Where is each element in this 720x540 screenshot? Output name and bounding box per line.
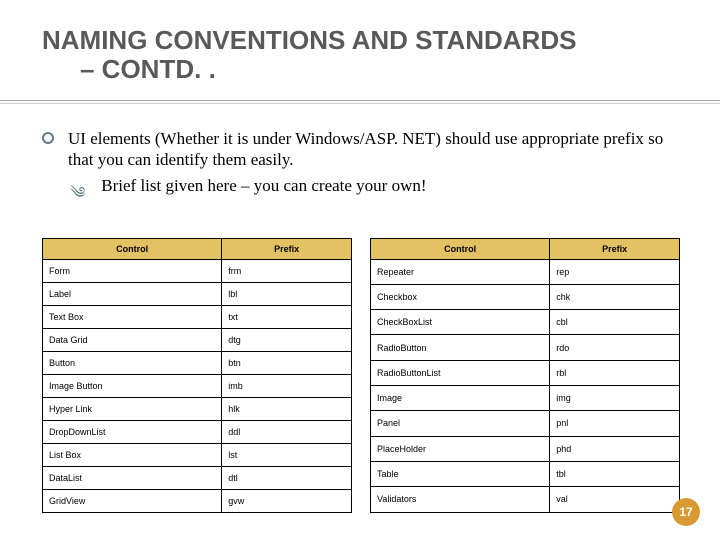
table-row: Panelpnl — [371, 411, 680, 436]
left-prefix-table: Control Prefix FormfrmLabellblText Boxtx… — [42, 238, 352, 513]
circle-bullet-icon — [42, 132, 54, 144]
table-row: Imageimg — [371, 385, 680, 410]
header-prefix: Prefix — [550, 238, 680, 259]
cell-control: Data Grid — [43, 328, 222, 351]
cell-prefix: phd — [550, 436, 680, 461]
cell-control: Form — [43, 259, 222, 282]
cell-prefix: rdo — [550, 335, 680, 360]
table-header-row: Control Prefix — [371, 238, 680, 259]
cell-control: Panel — [371, 411, 550, 436]
cell-prefix: lst — [222, 443, 352, 466]
cell-control: Validators — [371, 487, 550, 512]
bullet-main-row: UI elements (Whether it is under Windows… — [42, 128, 690, 171]
title-line2: – CONTD. . — [42, 55, 720, 84]
cell-prefix: rbl — [550, 360, 680, 385]
header-prefix: Prefix — [222, 238, 352, 259]
cell-control: List Box — [43, 443, 222, 466]
cell-prefix: gvw — [222, 489, 352, 512]
table-row: Labellbl — [43, 282, 352, 305]
cell-control: Text Box — [43, 305, 222, 328]
cell-control: DataList — [43, 466, 222, 489]
table-row: CheckBoxListcbl — [371, 310, 680, 335]
cell-prefix: cbl — [550, 310, 680, 335]
cell-prefix: ddl — [222, 420, 352, 443]
cell-control: GridView — [43, 489, 222, 512]
page-number-badge: 17 — [672, 498, 700, 526]
cell-control: Button — [43, 351, 222, 374]
table-row: RadioButtonListrbl — [371, 360, 680, 385]
table-row: Buttonbtn — [43, 351, 352, 374]
table-row: Repeaterrep — [371, 259, 680, 284]
cell-control: DropDownList — [43, 420, 222, 443]
header-control: Control — [43, 238, 222, 259]
cell-prefix: tbl — [550, 461, 680, 486]
table-row: DataListdtl — [43, 466, 352, 489]
divider-line-2 — [0, 103, 720, 104]
cell-prefix: dtl — [222, 466, 352, 489]
cell-control: Repeater — [371, 259, 550, 284]
bullet-sub-text: Brief list given here – you can create y… — [101, 175, 426, 196]
right-table-body: RepeaterrepCheckboxchkCheckBoxListcblRad… — [371, 259, 680, 512]
cell-prefix: btn — [222, 351, 352, 374]
swirl-bullet-icon: ༄ — [70, 175, 85, 220]
right-prefix-table: Control Prefix RepeaterrepCheckboxchkChe… — [370, 238, 680, 513]
table-row: Formfrm — [43, 259, 352, 282]
cell-control: Label — [43, 282, 222, 305]
cell-prefix: rep — [550, 259, 680, 284]
cell-control: Hyper Link — [43, 397, 222, 420]
left-table-body: FormfrmLabellblText BoxtxtData GriddtgBu… — [43, 259, 352, 512]
body-area: UI elements (Whether it is under Windows… — [0, 110, 720, 513]
title-area: NAMING CONVENTIONS AND STANDARDS – CONTD… — [0, 0, 720, 110]
cell-prefix: frm — [222, 259, 352, 282]
table-row: Tabletbl — [371, 461, 680, 486]
cell-prefix: imb — [222, 374, 352, 397]
cell-prefix: img — [550, 385, 680, 410]
cell-control: Image — [371, 385, 550, 410]
table-row: Text Boxtxt — [43, 305, 352, 328]
table-row: PlaceHolderphd — [371, 436, 680, 461]
cell-control: CheckBoxList — [371, 310, 550, 335]
table-row: Image Buttonimb — [43, 374, 352, 397]
cell-control: Image Button — [43, 374, 222, 397]
cell-control: RadioButton — [371, 335, 550, 360]
bullet-sub-row: ༄ Brief list given here – you can create… — [70, 175, 690, 220]
bullet-main-text: UI elements (Whether it is under Windows… — [68, 128, 690, 171]
page-number: 17 — [679, 505, 692, 519]
table-row: Validatorsval — [371, 487, 680, 512]
cell-prefix: hlk — [222, 397, 352, 420]
divider-line-1 — [0, 100, 720, 101]
table-row: RadioButtonrdo — [371, 335, 680, 360]
cell-prefix: txt — [222, 305, 352, 328]
cell-prefix: val — [550, 487, 680, 512]
title-line1: NAMING CONVENTIONS AND STANDARDS — [42, 25, 576, 55]
table-row: Data Griddtg — [43, 328, 352, 351]
cell-control: RadioButtonList — [371, 360, 550, 385]
table-row: Checkboxchk — [371, 284, 680, 309]
table-row: GridViewgvw — [43, 489, 352, 512]
header-control: Control — [371, 238, 550, 259]
slide: NAMING CONVENTIONS AND STANDARDS – CONTD… — [0, 0, 720, 540]
cell-prefix: lbl — [222, 282, 352, 305]
cell-control: Table — [371, 461, 550, 486]
cell-prefix: chk — [550, 284, 680, 309]
tables-container: Control Prefix FormfrmLabellblText Boxtx… — [42, 238, 690, 513]
slide-title: NAMING CONVENTIONS AND STANDARDS – CONTD… — [42, 0, 720, 83]
cell-control: PlaceHolder — [371, 436, 550, 461]
cell-prefix: pnl — [550, 411, 680, 436]
table-header-row: Control Prefix — [43, 238, 352, 259]
table-row: Hyper Linkhlk — [43, 397, 352, 420]
table-row: List Boxlst — [43, 443, 352, 466]
cell-control: Checkbox — [371, 284, 550, 309]
cell-prefix: dtg — [222, 328, 352, 351]
table-row: DropDownListddl — [43, 420, 352, 443]
